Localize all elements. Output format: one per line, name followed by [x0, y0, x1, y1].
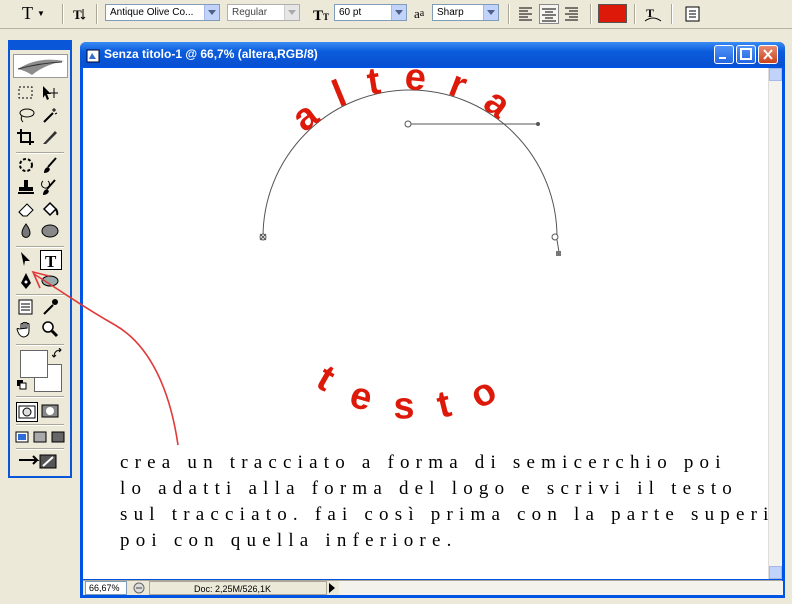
horizontal-scrollbar[interactable] [339, 581, 783, 595]
lasso-tool[interactable] [16, 106, 38, 126]
anchor-point[interactable] [404, 120, 412, 128]
maximize-button[interactable] [736, 45, 756, 64]
instruction-line: crea un tracciato a forma di semicerchio… [120, 452, 727, 473]
direction-line [556, 239, 560, 253]
minimize-button[interactable] [714, 45, 734, 64]
dodge-tool[interactable] [40, 222, 62, 242]
tool-preset-label: T [22, 3, 33, 23]
svg-text:T: T [323, 12, 329, 22]
hand-tool[interactable] [16, 320, 38, 340]
image-canvas[interactable]: altera testo crea un tracciato a forma d… [83, 68, 769, 579]
marquee-tool[interactable] [16, 84, 38, 104]
tools-palette: T [8, 40, 72, 478]
slice-tool[interactable] [40, 128, 62, 148]
screen-mode-full-menu-button[interactable] [32, 428, 50, 448]
anchor-point[interactable] [551, 233, 559, 241]
svg-text:T: T [73, 7, 82, 22]
options-bar: T ▼ T Antique Olive Co... Regular TT 60 p… [0, 0, 792, 29]
align-center-button[interactable] [539, 4, 559, 24]
type-tool[interactable]: T [40, 250, 62, 271]
document-titlebar[interactable]: Senza titolo-1 @ 66,7% (altera,RGB/8) [80, 42, 785, 66]
swap-colors-icon[interactable] [51, 347, 64, 360]
align-left-button[interactable] [516, 4, 536, 24]
text-orientation-icon[interactable]: T [70, 4, 90, 24]
notes-tool[interactable] [16, 298, 38, 318]
healing-brush-tool[interactable] [16, 156, 38, 176]
jump-to-imageready-button[interactable] [16, 452, 64, 472]
warp-text-button[interactable]: T [643, 4, 663, 24]
arc-text-top[interactable]: altera [284, 68, 536, 140]
feather-logo[interactable] [13, 54, 68, 78]
direction-handle[interactable] [536, 122, 540, 126]
eraser-tool[interactable] [16, 200, 38, 220]
aa-small-label: a [419, 8, 425, 19]
font-family-value: Antique Olive Co... [110, 7, 194, 18]
instruction-line: poi con quella inferiore. [120, 530, 458, 551]
scroll-up-button[interactable] [769, 68, 782, 81]
zoom-tool[interactable] [40, 320, 62, 340]
scroll-down-button[interactable] [769, 566, 782, 579]
font-size-select[interactable]: 60 pt [334, 4, 407, 21]
align-right-button[interactable] [562, 4, 582, 24]
eyedropper-tool[interactable] [40, 298, 62, 318]
font-style-select[interactable]: Regular [227, 4, 300, 21]
photoshop-document-icon [86, 47, 100, 63]
antialias-icon: aa [414, 3, 424, 24]
direction-handle[interactable] [556, 251, 561, 256]
magic-wand-tool[interactable] [40, 106, 62, 126]
antialias-select[interactable]: Sharp [432, 4, 499, 21]
canvas-artwork: altera testo [259, 68, 561, 428]
pen-tool[interactable] [16, 272, 38, 292]
svg-text:T: T [313, 8, 323, 24]
chevron-down-icon [204, 5, 219, 20]
zoom-field[interactable]: 66,67% [85, 581, 127, 595]
status-options-icon[interactable] [133, 582, 145, 594]
font-size-icon: TT [312, 4, 332, 24]
quick-mask-button[interactable] [40, 402, 62, 422]
vertical-scrollbar[interactable] [768, 68, 782, 579]
screen-mode-standard-button[interactable] [14, 428, 32, 448]
arc-text-bottom[interactable]: testo [310, 357, 527, 428]
ellipse-shape-tool[interactable] [40, 272, 62, 292]
chevron-down-icon [391, 5, 406, 20]
document-window: Senza titolo-1 @ 66,7% (altera,RGB/8) al… [80, 42, 785, 598]
font-size-value: 60 pt [339, 7, 362, 18]
document-title: Senza titolo-1 @ 66,7% (altera,RGB/8) [104, 47, 318, 61]
status-bar: 66,67% Doc: 2,25M/526,1K [83, 580, 783, 595]
close-button[interactable] [758, 45, 778, 64]
standard-mode-button[interactable] [16, 402, 38, 422]
screen-mode-full-button[interactable] [50, 428, 68, 448]
move-tool[interactable] [40, 84, 62, 104]
blur-tool[interactable] [16, 222, 38, 242]
foreground-color-swatch[interactable] [20, 350, 48, 378]
paint-bucket-tool[interactable] [40, 200, 62, 220]
font-style-value: Regular [232, 7, 268, 18]
type-tool-preset-icon[interactable]: T ▼ [22, 3, 45, 24]
instruction-line: lo adatti alla forma del logo e scrivi i… [120, 478, 738, 499]
history-brush-tool[interactable] [40, 178, 62, 198]
status-menu-arrow[interactable] [329, 583, 335, 593]
font-family-select[interactable]: Antique Olive Co... [105, 4, 220, 21]
default-colors-icon[interactable] [17, 380, 27, 390]
document-size-info: Doc: 2,25M/526,1K [149, 581, 327, 595]
svg-text:T: T [45, 252, 57, 269]
antialias-value: Sharp [437, 7, 464, 18]
brush-tool[interactable] [40, 156, 62, 176]
chevron-down-icon [483, 5, 498, 20]
clone-stamp-tool[interactable] [16, 178, 38, 198]
path-selection-tool[interactable] [16, 250, 38, 270]
palettes-button[interactable] [683, 4, 703, 24]
instruction-line: sul tracciato. fai così prima con la par… [120, 504, 769, 525]
swatch-fill [599, 5, 626, 22]
chevron-down-icon [284, 5, 299, 20]
crop-tool[interactable] [16, 128, 38, 148]
tools-palette-titlebar[interactable] [10, 42, 70, 50]
text-color-swatch[interactable] [598, 4, 627, 23]
